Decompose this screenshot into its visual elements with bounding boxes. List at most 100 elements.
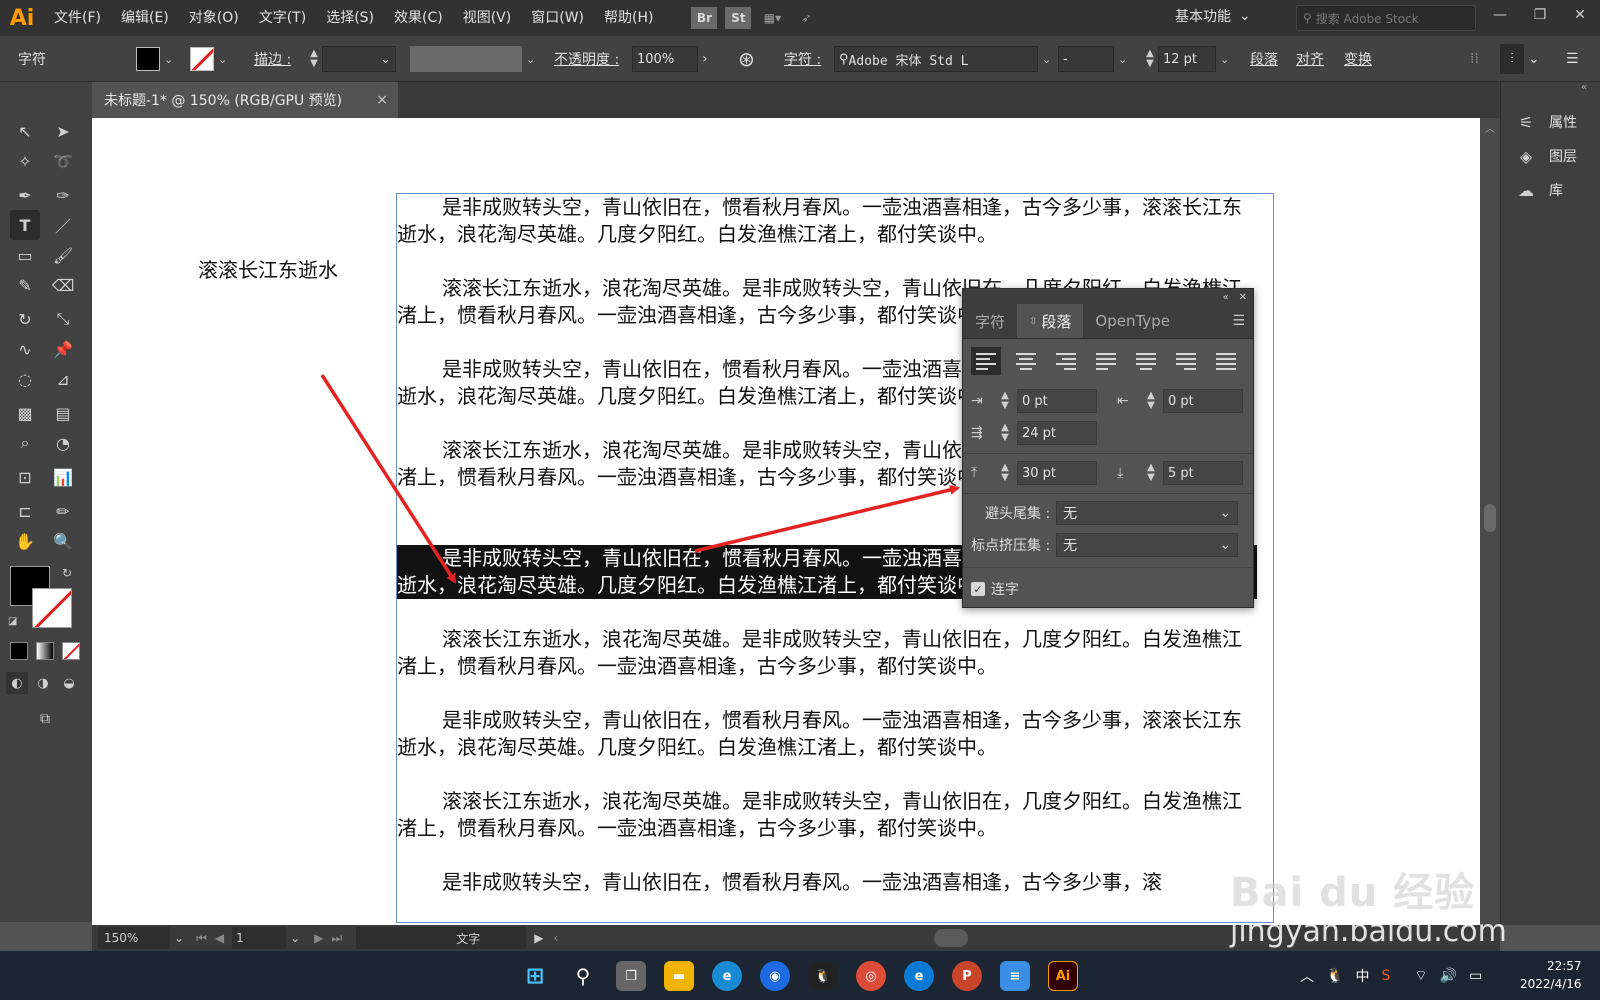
stepper-icon[interactable]: ▲ ▼ (997, 423, 1013, 443)
chevron-down-icon[interactable]: ⌄ (174, 931, 184, 945)
text-paragraph[interactable]: 是非成败转头空，青山依旧在，惯看秋月春风。一壶浊酒喜相逢，古今多少事，滚滚长江东… (397, 707, 1257, 761)
justify-all-icon[interactable] (1211, 347, 1241, 375)
close-icon[interactable]: ✕ (1560, 0, 1600, 30)
stroke-label[interactable]: 描边 : (254, 36, 291, 82)
first-line-indent-field[interactable]: ⇶ ▲ ▼ 24 pt (971, 421, 1097, 445)
chevron-down-icon[interactable]: ⌄ (1042, 53, 1051, 66)
left-indent-value[interactable]: 0 pt (1017, 389, 1097, 413)
align-right-icon[interactable] (1051, 347, 1081, 375)
rectangle-tool-icon[interactable]: ▭ (10, 240, 40, 270)
eyedropper-tool-icon[interactable]: ⌕ (10, 428, 40, 458)
opacity-value[interactable]: 100% (632, 46, 698, 72)
stepper-icon[interactable]: ▲ ▼ (1143, 391, 1159, 411)
ime-indicator[interactable]: 中 (1355, 966, 1369, 986)
zoom-field[interactable]: 150% (98, 927, 170, 949)
status-info-field[interactable]: 文字 (356, 927, 527, 949)
none-mode-icon[interactable] (62, 642, 80, 660)
edge-icon[interactable]: e (904, 961, 934, 991)
menu-edit[interactable]: 编辑(E) (111, 0, 179, 36)
screen-mode-icon[interactable]: ⧉ (30, 704, 60, 734)
start-icon[interactable]: ⊞ (520, 961, 550, 991)
justify-last-center-icon[interactable] (1131, 347, 1161, 375)
last-artboard-icon[interactable]: ⏭ (331, 931, 342, 946)
tab-opentype[interactable]: OpenType (1083, 304, 1182, 338)
chevron-up-icon[interactable]: ︿ (1300, 966, 1314, 986)
eraser-tool-icon[interactable]: ⌫ (48, 270, 78, 300)
next-artboard-icon[interactable]: ▶ (314, 931, 323, 945)
opacity-label[interactable]: 不透明度 : (554, 36, 619, 82)
stepper-icon[interactable]: ▲ ▼ (997, 463, 1013, 483)
first-line-indent-value[interactable]: 24 pt (1017, 421, 1097, 445)
align-link[interactable]: 对齐 (1296, 36, 1324, 82)
properties-panel-button[interactable]: ⚟ 属性 (1515, 112, 1577, 132)
right-indent-field[interactable]: ⇤ ▲ ▼ 0 pt (1117, 389, 1243, 413)
stepper-icon[interactable]: ▲ ▼ (997, 391, 1013, 411)
draw-inside-icon[interactable]: ◒ (58, 672, 80, 694)
align-left-icon[interactable] (971, 347, 1001, 375)
perspective-grid-tool-icon[interactable]: ⊿ (48, 364, 78, 394)
swap-colors-icon[interactable]: ↻ (62, 566, 72, 580)
text-wrap-icon[interactable]: ⫶ (1500, 44, 1524, 74)
chevron-down-icon[interactable]: ⌄ (290, 931, 300, 945)
powerpoint-icon[interactable]: P (952, 961, 982, 991)
space-before-value[interactable]: 30 pt (1017, 461, 1097, 485)
lasso-tool-icon[interactable]: ➰ (48, 146, 78, 176)
mojikumi-select[interactable]: 无 ⌄ (1056, 533, 1239, 557)
volume-icon[interactable]: 🔊 (1440, 968, 1457, 984)
left-indent-field[interactable]: ⇥ ▲ ▼ 0 pt (971, 389, 1097, 413)
justify-last-right-icon[interactable] (1171, 347, 1201, 375)
align-center-icon[interactable] (1011, 347, 1041, 375)
shape-builder-tool-icon[interactable]: ◌ (10, 364, 40, 394)
menu-window[interactable]: 窗口(W) (521, 0, 594, 36)
chevron-down-icon[interactable]: ⌄ (526, 53, 535, 66)
panel-menu-icon[interactable]: ☰ (1232, 313, 1245, 329)
rotate-tool-icon[interactable]: ↻ (10, 304, 40, 334)
font-size-value[interactable]: 12 pt (1158, 46, 1216, 72)
document-tab[interactable]: 未标题-1* @ 150% (RGB/GPU 预览) × (92, 82, 398, 118)
text-paragraph[interactable]: 滚滚长江东逝水，浪花淘尽英雄。是非成败转头空，青山依旧在，几度夕阳红。白发渔樵江… (397, 626, 1257, 680)
menu-help[interactable]: 帮助(H) (594, 0, 663, 36)
paragraph-link[interactable]: 段落 (1250, 36, 1278, 82)
chrome-icon[interactable]: ◎ (856, 961, 886, 991)
scroll-up-icon[interactable]: ︿ (1485, 120, 1495, 135)
gradient-mode-icon[interactable] (36, 642, 54, 660)
curvature-tool-icon[interactable]: ✑ (48, 180, 78, 210)
stroke-swatch-large[interactable] (32, 588, 72, 628)
gradient-tool-icon[interactable]: ▤ (48, 398, 78, 428)
wifi-icon[interactable]: ⌔ (1414, 967, 1427, 985)
hand-tool-icon[interactable]: ✋ (10, 526, 40, 556)
kinsoku-select[interactable]: 无 ⌄ (1056, 501, 1239, 525)
shaper-tool-icon[interactable]: ✎ (10, 270, 40, 300)
puppet-warp-tool-icon[interactable]: 📌 (48, 334, 78, 364)
browser-ie-icon[interactable]: e (712, 961, 742, 991)
previous-artboard-icon[interactable]: ◀ (215, 931, 224, 945)
close-panel-icon[interactable]: ✕ (1239, 292, 1247, 303)
magic-wand-tool-icon[interactable]: ✧ (10, 146, 40, 176)
text-paragraph[interactable]: 滚滚长江东逝水，浪花淘尽英雄。是非成败转头空，青山依旧在，几度夕阳红。白发渔樵江… (397, 788, 1257, 842)
chevron-down-icon[interactable]: ⌄ (1528, 36, 1540, 82)
font-family-select[interactable]: ⚲ Adobe 宋体 Std L ⌄ (834, 36, 1051, 82)
selection-tool-icon[interactable]: ↖ (10, 116, 40, 146)
horizontal-scroll-thumb[interactable] (934, 929, 969, 947)
chevron-down-icon[interactable]: ⌄ (1220, 53, 1229, 66)
stroke-weight[interactable]: ▲ ▼ ⌄ (306, 36, 396, 82)
paintbrush-tool-icon[interactable]: 🖌 (48, 240, 78, 270)
qq-tray-icon[interactable]: 🐧 (1326, 968, 1343, 984)
column-graph-tool-icon[interactable]: 📊 (48, 462, 78, 492)
type-tool-icon[interactable]: T (10, 210, 40, 240)
grid-icon[interactable]: ⁞⁞ (1470, 36, 1479, 82)
opacity-input[interactable]: 100% › (632, 36, 708, 82)
panel-menu-icon[interactable]: ☰ (1566, 36, 1579, 82)
layers-panel-button[interactable]: ◈ 图层 (1515, 146, 1577, 166)
tab-paragraph[interactable]: ⇳ 段落 (1017, 304, 1084, 338)
line-tool-icon[interactable]: ／ (48, 210, 78, 240)
blend-tool-icon[interactable]: ◔ (48, 428, 78, 458)
character-label[interactable]: 字符 : (784, 36, 821, 82)
vertical-scrollbar[interactable]: ︿ (1480, 118, 1500, 925)
video-app-icon[interactable]: ◉ (760, 961, 790, 991)
scrollbar-thumb[interactable] (1484, 504, 1496, 532)
stepper-icon[interactable]: ▲ ▼ (1143, 463, 1159, 483)
variable-width-profile[interactable]: ⌄ (410, 36, 535, 82)
space-after-field[interactable]: ⤓ ▲ ▼ 5 pt (1117, 461, 1243, 485)
scale-tool-icon[interactable]: ⤡ (48, 304, 78, 334)
